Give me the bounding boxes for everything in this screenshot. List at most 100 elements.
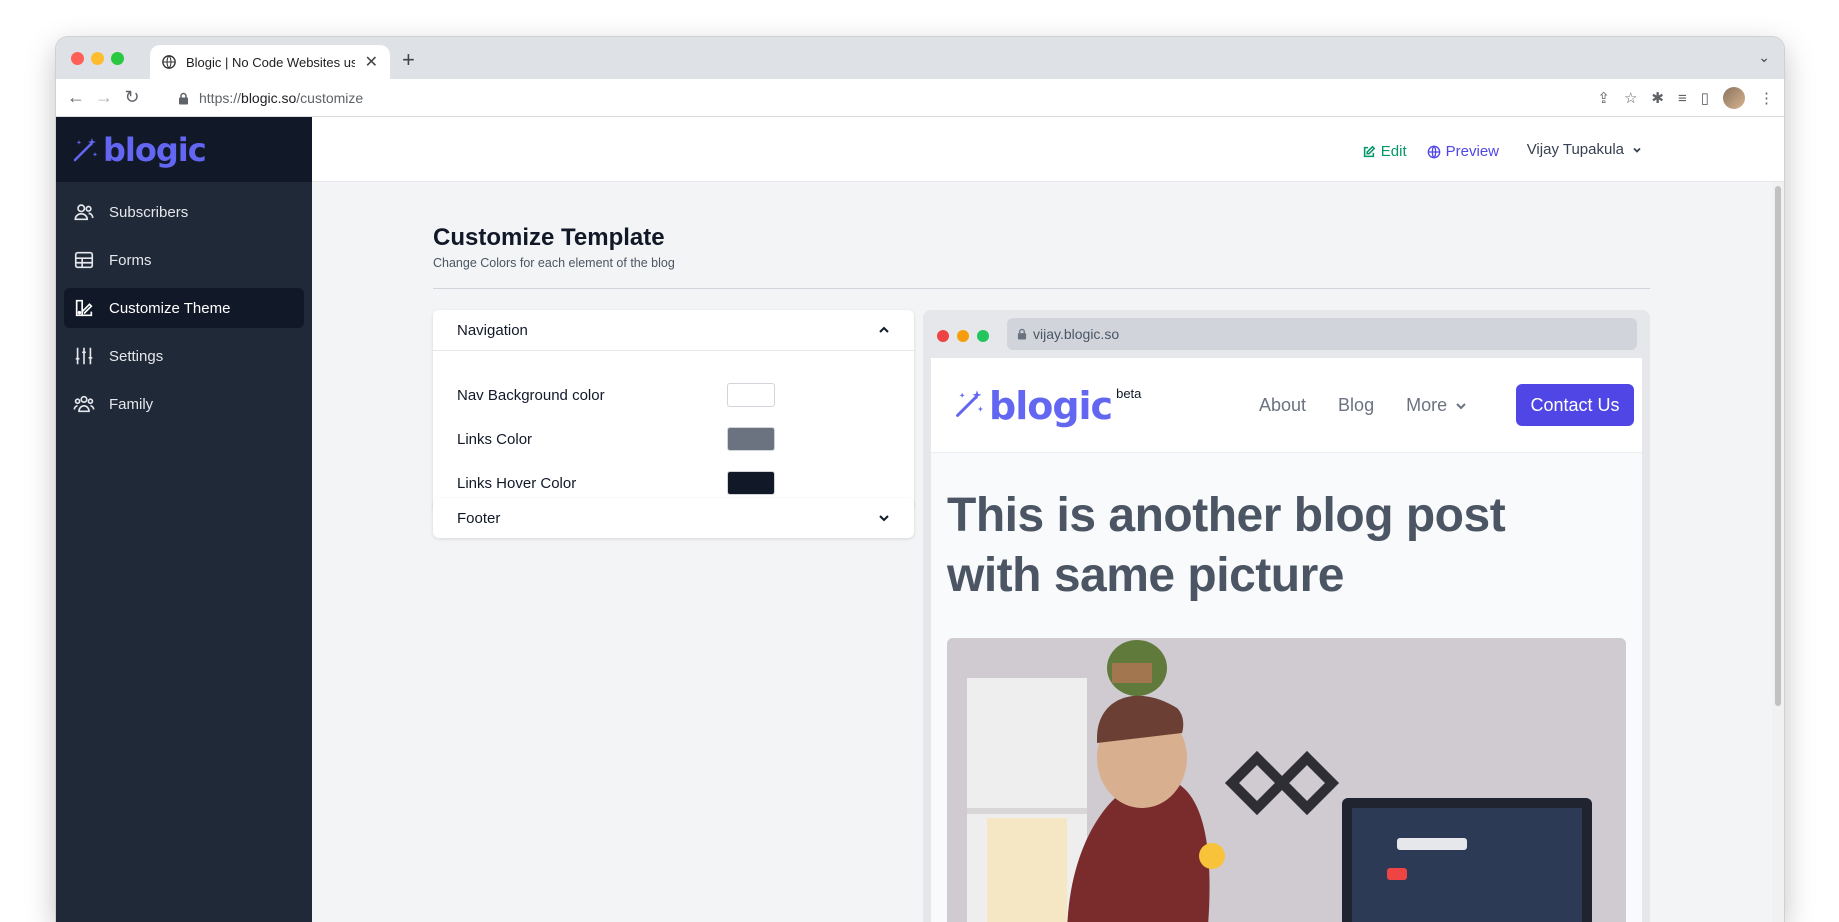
preview-logo[interactable]: blogic beta [953, 386, 1141, 426]
sidebar-item-label: Family [109, 395, 154, 413]
panel-title: Footer [457, 509, 501, 527]
preview-link-more[interactable]: More [1406, 395, 1467, 416]
page-subtitle: Change Colors for each element of the bl… [433, 256, 675, 270]
chevron-down-icon [1633, 147, 1641, 153]
sidebar-item-customize-theme[interactable]: Customize Theme [64, 288, 304, 328]
url-scheme: https:// [199, 90, 242, 106]
preview-url: vijay.blogic.so [1033, 326, 1120, 342]
sidebar-item-label: Subscribers [109, 203, 189, 221]
edit-link[interactable]: Edit [1362, 143, 1407, 160]
sidebar-item-subscribers[interactable]: Subscribers [64, 192, 304, 232]
blog-post-image [947, 638, 1626, 922]
blog-post-photo [947, 638, 1626, 922]
browser-tab[interactable]: Blogic | No Code Websites using ✕ [150, 45, 390, 79]
sidebar-item-family[interactable]: Family [64, 384, 304, 424]
url-host: blogic.so [241, 90, 297, 106]
globe-icon [162, 55, 176, 69]
navigation-panel-body: Nav Background color Links Color Links H… [433, 350, 914, 511]
forward-arrow-icon[interactable]: → [90, 87, 118, 108]
app-root: blogic Subscribers Forms Customize Theme [56, 117, 1784, 922]
maximize-window-dot[interactable] [111, 52, 124, 65]
color-row-nav-background: Nav Background color [457, 373, 890, 417]
toolbar-actions: ⇪ ☆ ✱ ≡ ▯ ⋮ [1597, 87, 1774, 109]
browser-menu-icon[interactable]: ⋮ [1759, 89, 1774, 107]
preview-page: blogic beta About Blog More Contact Us T… [931, 358, 1642, 922]
more-label: More [1406, 395, 1448, 415]
browser-window: Blogic | No Code Websites using ✕ + ⌄ ← … [56, 37, 1784, 922]
sidebar-nav: Subscribers Forms Customize Theme Settin… [56, 182, 312, 442]
back-arrow-icon[interactable]: ← [62, 87, 90, 108]
side-panel-icon[interactable]: ▯ [1701, 89, 1709, 107]
users-icon [74, 204, 94, 221]
address-bar[interactable]: https://blogic.so/customize [166, 83, 1596, 113]
color-swatch[interactable] [727, 383, 775, 407]
color-row-links: Links Color [457, 417, 890, 461]
color-label: Links Hover Color [457, 474, 577, 492]
lock-icon [179, 92, 188, 104]
navigation-panel-header[interactable]: Navigation [433, 310, 914, 350]
tab-close-icon[interactable]: ✕ [365, 52, 378, 72]
preview-link[interactable]: Preview [1427, 143, 1499, 160]
user-group-icon [73, 395, 95, 413]
minimize-window-dot[interactable] [91, 52, 104, 65]
bookmark-star-icon[interactable]: ☆ [1624, 89, 1637, 107]
sidebar-item-label: Customize Theme [109, 299, 231, 317]
tab-strip: Blogic | No Code Websites using ✕ + ⌄ [56, 37, 1784, 79]
color-label: Links Color [457, 430, 533, 448]
sidebar-logo[interactable]: blogic [56, 117, 312, 182]
extensions-puzzle-icon[interactable]: ✱ [1651, 89, 1664, 107]
preview-green-dot [977, 330, 989, 342]
chevron-down-icon [1456, 402, 1466, 409]
app-topbar: Edit Preview Vijay Tupakula [312, 117, 1784, 182]
navigation-panel: Navigation Nav Background color Links Co… [433, 310, 914, 511]
globe-icon [1427, 145, 1440, 158]
preview-url-bar: vijay.blogic.so [1007, 318, 1637, 350]
reload-icon[interactable]: ↻ [118, 87, 146, 108]
blog-preview-frame: vijay.blogic.so blogic beta About Blog M… [923, 310, 1650, 922]
blog-post-title: This is another blog post with same pict… [947, 489, 1506, 602]
preview-red-dot [937, 330, 949, 342]
browser-toolbar: ← → ↻ https://blogic.so/customize ⇪ ☆ ✱ … [56, 79, 1784, 117]
preview-nav-links: About Blog More [1259, 395, 1467, 416]
color-swatch[interactable] [727, 427, 775, 451]
logo-text: blogic [103, 130, 207, 169]
chevron-up-icon[interactable] [878, 324, 890, 336]
sidebar-item-label: Settings [109, 347, 164, 365]
contact-us-button[interactable]: Contact Us [1516, 384, 1634, 426]
sidebar-item-forms[interactable]: Forms [64, 240, 304, 280]
preview-navbar: blogic beta About Blog More Contact Us [931, 358, 1642, 453]
magic-wand-icon [73, 137, 98, 161]
tab-search-chevron-icon[interactable]: ⌄ [1758, 49, 1770, 66]
profile-avatar[interactable] [1723, 87, 1745, 109]
footer-panel: Footer [433, 498, 914, 538]
page-scrollbar[interactable] [1772, 182, 1784, 922]
divider [433, 288, 1650, 289]
sliders-icon [75, 347, 93, 365]
sidebar: blogic Subscribers Forms Customize Theme [56, 117, 312, 922]
preview-logo-text: blogic [989, 384, 1113, 428]
url-path: /customize [296, 90, 364, 106]
preview-link-about[interactable]: About [1259, 395, 1306, 416]
page-title: Customize Template [433, 224, 665, 251]
tab-title: Blogic | No Code Websites using [186, 54, 355, 70]
table-icon [74, 251, 94, 269]
share-icon[interactable]: ⇪ [1597, 89, 1610, 107]
color-swatch[interactable] [727, 471, 775, 495]
beta-badge: beta [1116, 386, 1142, 401]
user-name: Vijay Tupakula [1526, 141, 1624, 158]
edit-label: Edit [1380, 143, 1407, 160]
panel-title: Navigation [457, 321, 528, 339]
magic-wand-icon [956, 390, 984, 417]
new-tab-icon[interactable]: + [402, 47, 415, 73]
sidebar-item-settings[interactable]: Settings [64, 336, 304, 376]
close-window-dot[interactable] [71, 52, 84, 65]
edit-icon [1363, 145, 1376, 157]
sidebar-item-label: Forms [109, 251, 152, 269]
preview-link-blog[interactable]: Blog [1338, 395, 1374, 416]
footer-panel-header[interactable]: Footer [433, 498, 914, 538]
chevron-down-icon[interactable] [878, 512, 890, 524]
user-menu[interactable]: Vijay Tupakula [1527, 141, 1642, 158]
scrollbar-thumb[interactable] [1775, 186, 1781, 706]
preview-label: Preview [1445, 143, 1499, 160]
reading-list-icon[interactable]: ≡ [1678, 90, 1687, 107]
